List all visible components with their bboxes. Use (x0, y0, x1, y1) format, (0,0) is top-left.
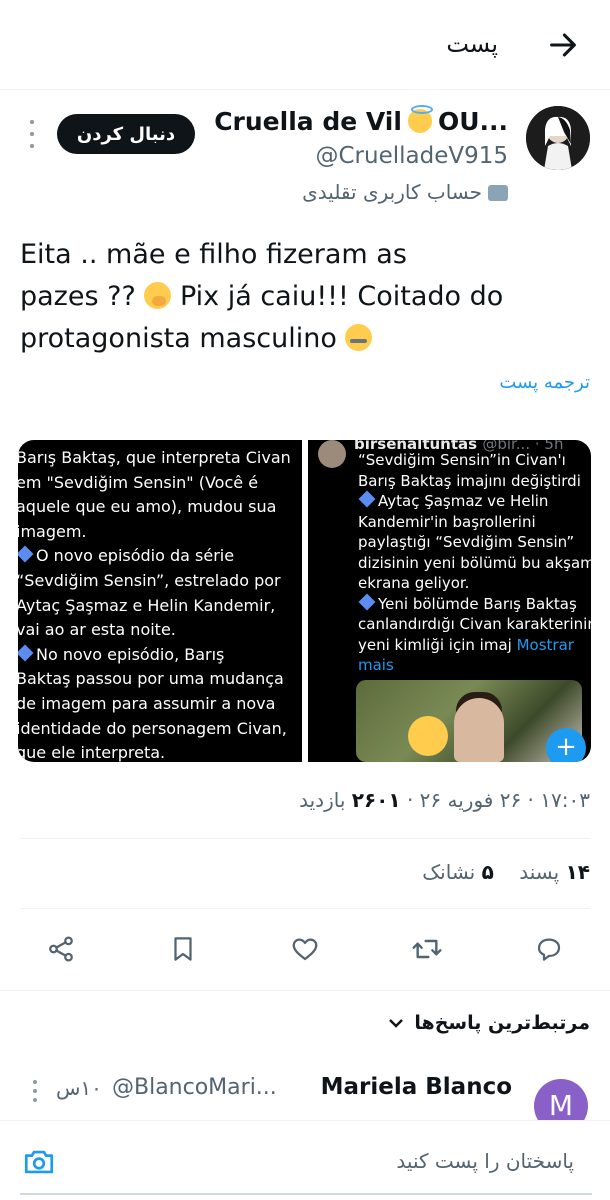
media-image-right[interactable]: birsenaltuntas @bir... · 5h “Sevdiğim Se… (308, 440, 591, 762)
reply-icon (537, 938, 561, 961)
reply-button[interactable] (526, 926, 572, 972)
blue-diamond-icon (18, 545, 34, 563)
translate-post-link[interactable]: ترجمه پست (499, 372, 590, 393)
retweet-button[interactable] (404, 926, 450, 972)
bookmark-button[interactable] (160, 926, 206, 972)
tweet-meta: ۱۷:۰۳ · ۲۶ فوریه ۲۶ · ۲۶۰۱ بازدید (299, 788, 590, 812)
page-title: پست (446, 30, 498, 58)
author-avatar[interactable] (526, 106, 590, 170)
action-bar (0, 926, 610, 972)
share-icon (49, 936, 73, 962)
replies-sort-dropdown[interactable]: مرتبط‌ترین پاسخ‌ها (388, 1012, 590, 1034)
reply-input[interactable]: پاسختان را پست کنید (396, 1149, 574, 1173)
zipper-mouth-face-icon (345, 324, 373, 351)
arrow-right-icon (550, 33, 576, 57)
share-button[interactable] (38, 926, 84, 972)
media-image-left[interactable]: Barış Baktaş, que interpreta Civan em "S… (18, 440, 302, 762)
tweet-line: Eita .. mãe e filho fizeram as (20, 239, 407, 270)
tweet-line: pazes ?? Pix já caiu!!! Coitado do (20, 281, 504, 312)
face-with-hand-over-mouth-icon (144, 282, 172, 309)
likes-stat[interactable]: ۱۴ پسند (519, 860, 590, 884)
tweet-stats: ۱۴ پسند ۵ نشانک (422, 860, 590, 884)
more-options-icon[interactable] (26, 120, 38, 148)
blue-diamond-icon (358, 490, 376, 508)
compose-plus-icon: + (546, 728, 586, 762)
mask-icon (488, 185, 508, 201)
like-icon (292, 938, 318, 961)
divider (20, 908, 590, 909)
bookmark-icon (174, 937, 192, 961)
bookmarks-stat[interactable]: ۵ نشانک (422, 860, 494, 884)
halo-emoji-icon (407, 105, 433, 133)
parody-label: حساب کاربری تقلیدی (302, 180, 508, 204)
reply-more-options-icon[interactable] (32, 1080, 38, 1102)
tweet-line: protagonista masculino (20, 318, 590, 360)
blue-diamond-icon (18, 644, 34, 662)
embedded-avatar (318, 440, 346, 468)
author-name[interactable]: Cruella de Vil OU... (214, 105, 508, 136)
retweet-icon (412, 939, 442, 959)
blue-diamond-icon (358, 593, 376, 610)
tweet-text: Eita .. mãe e filho fizeram as pazes ?? … (20, 234, 590, 360)
chevron-down-icon (388, 1012, 404, 1034)
embedded-text: “Sevdiğim Sensin”in Civan'ı Barış Baktaş… (358, 451, 591, 674)
avatar-image (526, 106, 590, 170)
reply-author-name[interactable]: Mariela Blanco (321, 1074, 512, 1100)
smiling-face-icon (408, 716, 448, 756)
follow-button[interactable]: دنبال کردن (57, 114, 195, 154)
reply-timestamp: ۱۰س (56, 1076, 102, 1100)
tweet-media[interactable]: Barış Baktaş, que interpreta Civan em "S… (18, 440, 591, 762)
divider (20, 838, 590, 839)
divider (0, 990, 610, 991)
reply-composer[interactable]: پاسختان را پست کنید (0, 1120, 610, 1200)
camera-icon (24, 1150, 54, 1174)
author-handle[interactable]: @CruelladeV915 (315, 143, 508, 169)
home-indicator (20, 1193, 592, 1195)
like-button[interactable] (282, 926, 328, 972)
back-button[interactable] (546, 28, 580, 62)
top-bar: پست (0, 0, 610, 90)
camera-button[interactable] (22, 1145, 56, 1179)
reply-author-handle[interactable]: @BlancoMari... (112, 1075, 277, 1100)
